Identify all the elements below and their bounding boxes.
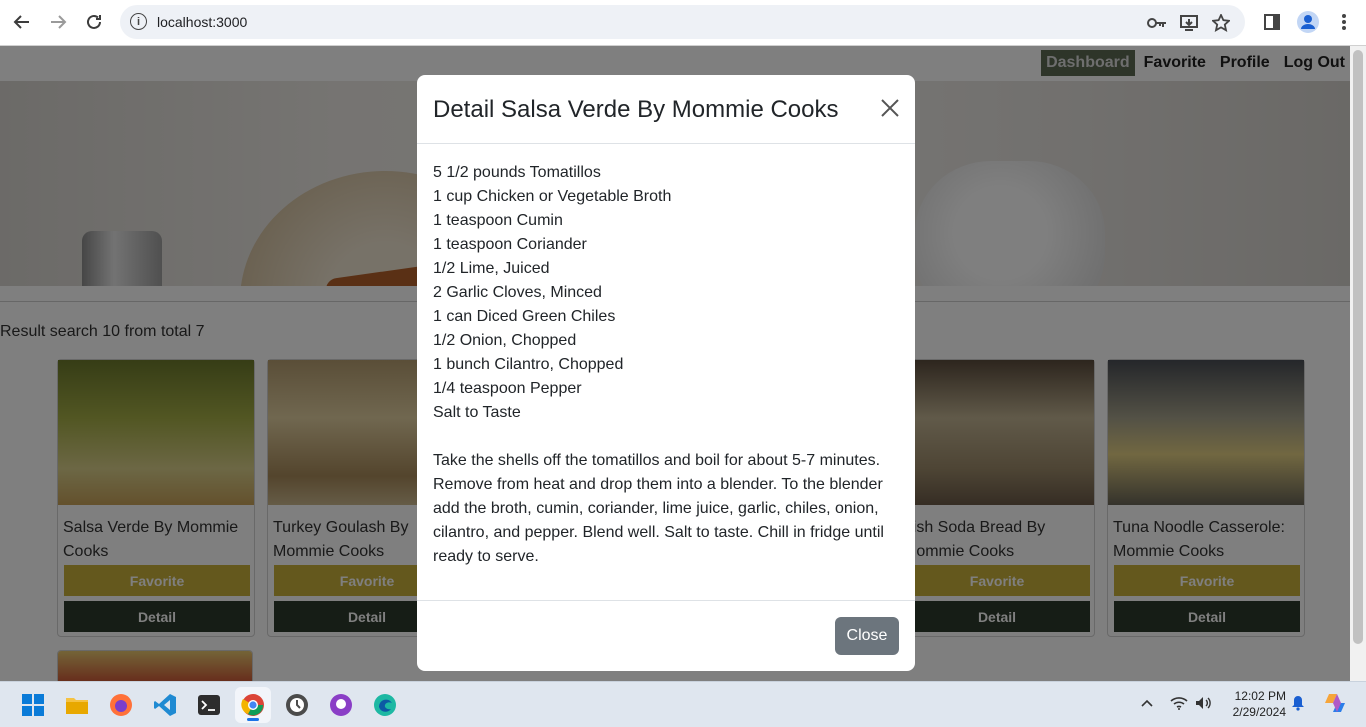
ingredient-item: 1 bunch Cilantro, Chopped	[433, 356, 624, 373]
windows-taskbar: 12:02 PM 2/29/2024	[0, 681, 1366, 727]
ingredient-item: 1 cup Chicken or Vegetable Broth	[433, 188, 672, 205]
notification-bell-icon[interactable]	[1287, 692, 1309, 714]
recipe-detail-modal: Detail Salsa Verde By Mommie Cooks 5 1/2…	[417, 75, 915, 671]
windows-start-icon[interactable]	[15, 687, 51, 723]
modal-title: Detail Salsa Verde By Mommie Cooks	[433, 96, 839, 123]
reload-icon[interactable]	[81, 9, 107, 35]
chevron-up-icon[interactable]	[1136, 692, 1158, 714]
ingredient-item: 5 1/2 pounds Tomatillos	[433, 164, 601, 181]
ingredient-item: 1/2 Lime, Juiced	[433, 260, 550, 277]
chrome-icon[interactable]	[235, 687, 271, 723]
ingredient-item: 2 Garlic Cloves, Minced	[433, 284, 602, 301]
active-indicator	[247, 718, 259, 721]
address-bar[interactable]: i localhost:3000	[120, 5, 1245, 39]
clock-date: 2/29/2024	[1232, 705, 1286, 719]
kebab-menu-icon[interactable]	[1332, 10, 1356, 34]
ingredient-item: 1 teaspoon Coriander	[433, 236, 587, 253]
url-text[interactable]: localhost:3000	[157, 14, 247, 30]
page-content: Dashboard Favorite Profile Log Out Resul…	[0, 46, 1350, 681]
volume-icon[interactable]	[1193, 692, 1215, 714]
modal-footer: Close	[417, 600, 915, 671]
ingredient-item: 1 teaspoon Cumin	[433, 212, 563, 229]
ingredient-item: 1/2 Onion, Chopped	[433, 332, 577, 349]
wifi-icon[interactable]	[1168, 692, 1190, 714]
ingredient-item: 1 can Diced Green Chiles	[433, 308, 616, 325]
ingredient-item: 1/4 teaspoon Pepper	[433, 380, 582, 397]
copilot-icon[interactable]	[1322, 692, 1348, 714]
github-desktop-icon[interactable]	[323, 687, 359, 723]
profile-icon[interactable]	[1296, 10, 1320, 34]
page-scrollbar[interactable]	[1350, 46, 1366, 681]
modal-header: Detail Salsa Verde By Mommie Cooks	[417, 75, 915, 144]
system-clock[interactable]: 12:02 PM 2/29/2024	[1218, 688, 1286, 720]
file-explorer-icon[interactable]	[59, 687, 95, 723]
browser-toolbar: i localhost:3000	[0, 0, 1366, 46]
close-icon[interactable]	[878, 97, 902, 121]
terminal-icon[interactable]	[191, 687, 227, 723]
modal-body: 5 1/2 pounds Tomatillos 1 cup Chicken or…	[433, 161, 899, 569]
vscode-icon[interactable]	[147, 687, 183, 723]
ingredient-item: Salt to Taste	[433, 404, 521, 421]
ingredient-list: 5 1/2 pounds Tomatillos 1 cup Chicken or…	[433, 161, 899, 425]
app-icon[interactable]	[279, 687, 315, 723]
install-app-icon[interactable]	[1179, 13, 1199, 33]
forward-icon[interactable]	[45, 9, 71, 35]
info-icon[interactable]: i	[130, 13, 147, 30]
bookmark-star-icon[interactable]	[1211, 13, 1231, 33]
back-icon[interactable]	[9, 9, 35, 35]
key-icon[interactable]	[1147, 13, 1167, 33]
scrollbar-thumb[interactable]	[1353, 50, 1363, 644]
edge-icon[interactable]	[367, 687, 403, 723]
firefox-icon[interactable]	[103, 687, 139, 723]
clock-time: 12:02 PM	[1234, 689, 1286, 703]
side-panel-icon[interactable]	[1260, 10, 1284, 34]
recipe-instructions: Take the shells off the tomatillos and b…	[433, 452, 884, 565]
close-button[interactable]: Close	[835, 617, 899, 655]
